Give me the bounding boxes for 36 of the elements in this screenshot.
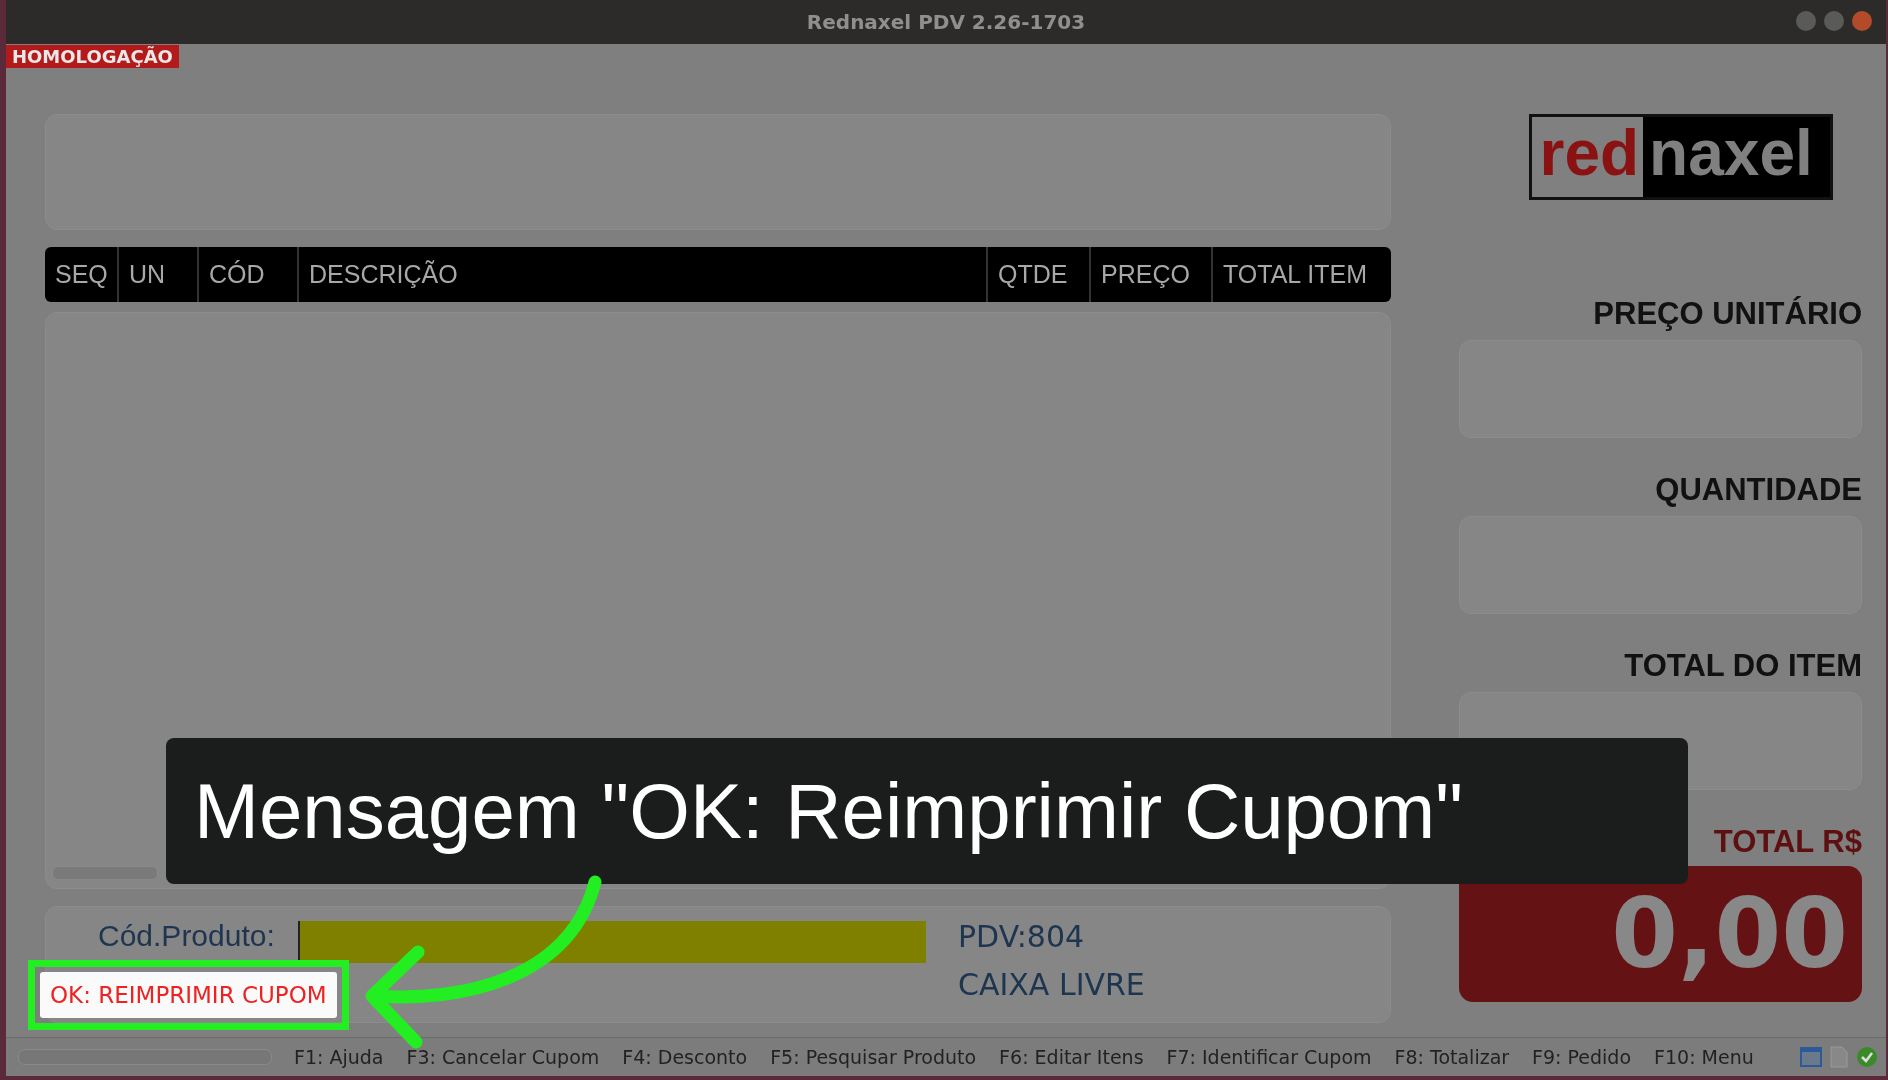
register-status: CAIXA LIVRE (958, 967, 1145, 1002)
shortcut-hint: F10: Menu (1654, 1046, 1754, 1068)
shortcut-hint: F5: Pesquisar Produto (770, 1046, 977, 1068)
close-icon[interactable] (1852, 11, 1872, 31)
column-header[interactable]: PREÇO (1089, 247, 1211, 302)
shortcut-hint: F6: Editar Itens (999, 1046, 1144, 1068)
column-header[interactable]: CÓD (197, 247, 297, 302)
window-icon[interactable] (1800, 1047, 1822, 1067)
window-title: Rednaxel PDV 2.26-1703 (806, 10, 1086, 34)
column-header[interactable]: SEQ (45, 247, 117, 302)
field-label: PREÇO UNITÁRIO (1593, 296, 1862, 332)
column-header[interactable]: TOTAL ITEM (1211, 247, 1391, 302)
field-label: QUANTIDADE (1655, 472, 1862, 508)
caption-text: Mensagem "OK: Reimprimir Cupom" (166, 738, 1688, 884)
shortcut-hint: F1: Ajuda (294, 1046, 384, 1068)
column-header[interactable]: DESCRIÇÃO (297, 247, 986, 302)
column-header[interactable]: QTDE (986, 247, 1089, 302)
logo: red naxel (1528, 114, 1833, 200)
status-message: OK: REIMPRIMIR CUPOM (40, 972, 337, 1018)
total-panel: 0,00 (1459, 866, 1862, 1002)
shortcut-hint: F4: Desconto (622, 1046, 748, 1068)
maximize-icon[interactable] (1824, 11, 1844, 31)
shortcut-hint: F7: Identificar Cupom (1166, 1046, 1372, 1068)
total-label: TOTAL R$ (1713, 824, 1862, 860)
product-code-field[interactable] (298, 921, 926, 963)
document-icon[interactable] (1830, 1046, 1848, 1068)
environment-badge: HOMOLOGAÇÃO (6, 45, 179, 68)
field-label: TOTAL DO ITEM (1624, 648, 1862, 684)
minimize-icon[interactable] (1796, 11, 1816, 31)
shortcut-hint: F8: Totalizar (1394, 1046, 1510, 1068)
check-icon[interactable] (1856, 1046, 1878, 1068)
column-header[interactable]: UN (117, 247, 197, 302)
shortcut-hint: F3: Cancelar Cupom (406, 1046, 600, 1068)
shortcut-hint: F9: Pedido (1532, 1046, 1632, 1068)
terminal-label: PDV:804 (958, 919, 1085, 954)
field-label: Cód.Produto: (98, 919, 275, 953)
